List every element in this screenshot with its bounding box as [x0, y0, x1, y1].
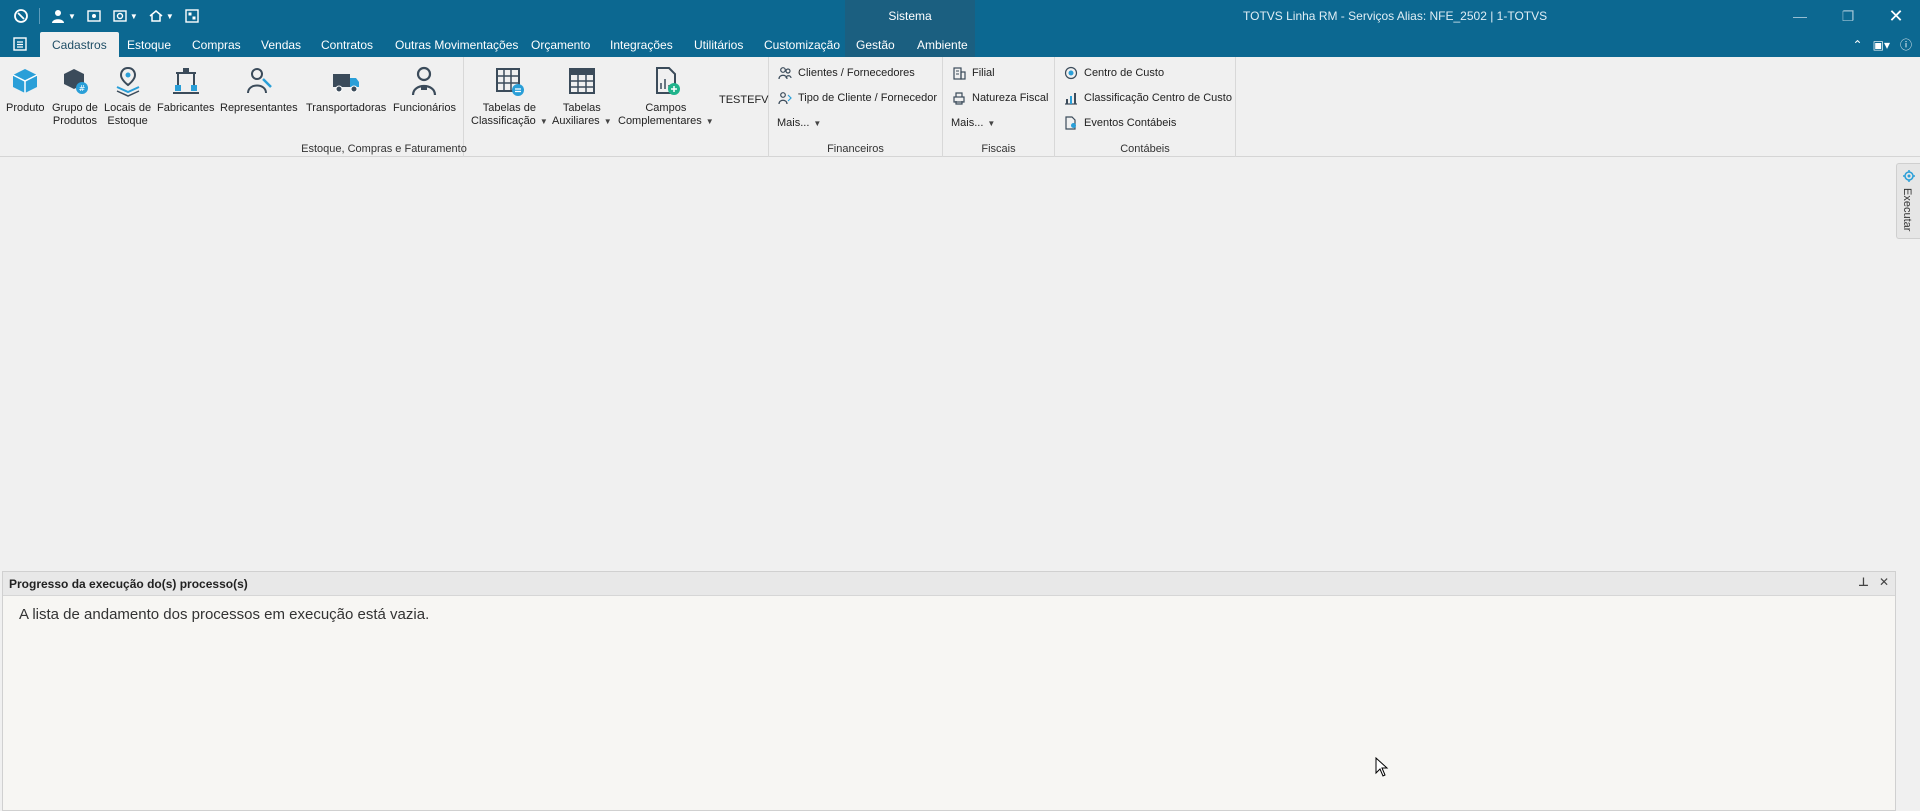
chevron-down-icon: ▼: [987, 118, 996, 128]
locais-estoque-button[interactable]: Locais de Estoque: [104, 65, 151, 128]
progress-panel-title: Progresso da execução do(s) processo(s): [9, 576, 248, 591]
campos-complementares-button[interactable]: Campos Complementares ▼: [618, 65, 714, 128]
boxes-icon: #: [63, 69, 88, 94]
fabricantes-button[interactable]: Fabricantes: [157, 65, 214, 115]
close-panel-icon[interactable]: ✕: [1879, 575, 1889, 589]
mouse-cursor-icon: [1375, 757, 1389, 777]
tab-orcamento[interactable]: Orçamento: [531, 32, 590, 57]
gear-icon: [1903, 170, 1915, 182]
location-layers-icon: [116, 66, 139, 97]
grupo-produtos-button[interactable]: # Grupo de Produtos: [52, 65, 98, 128]
target-icon: [1064, 66, 1078, 80]
tab-estoque[interactable]: Estoque: [127, 32, 171, 57]
qat-separator: [39, 8, 40, 24]
minimize-button[interactable]: —: [1776, 0, 1824, 32]
empty-message: A lista de andamento dos processos em ex…: [19, 606, 430, 623]
executar-side-tab[interactable]: Executar: [1896, 163, 1920, 239]
title-bar: ▼ ▼ ▼ Sistema TOTVS Linha RM - Serviços …: [0, 0, 1920, 32]
document-add-icon: [655, 67, 680, 95]
app-menu-icon[interactable]: [12, 36, 28, 52]
person-icon: [412, 66, 437, 96]
view-icon[interactable]: [83, 6, 105, 26]
group-estoque-compras-faturamento: Produto # Grupo de Produtos Locais de Es…: [0, 57, 467, 157]
group-label: Fiscais: [981, 143, 1016, 155]
group-financeiros: Clientes / Fornecedores Tipo de Cliente …: [769, 57, 943, 157]
filial-button[interactable]: Filial: [952, 64, 995, 82]
factory-robot-icon: [172, 68, 199, 94]
box-icon: [12, 69, 38, 93]
progress-panel-body: A lista de andamento dos processos em ex…: [3, 596, 1895, 633]
progress-panel-header: Progresso da execução do(s) processo(s) …: [3, 572, 1895, 596]
tabelas-classificacao-button[interactable]: Tabelas de Classificação ▼: [471, 65, 548, 128]
group-fiscais: Filial Natureza Fiscal Mais... ▼ Fiscais: [943, 57, 1055, 157]
chevron-down-icon: ▼: [539, 117, 548, 126]
funcionarios-button[interactable]: Funcionários: [393, 65, 456, 115]
chevron-down-icon: ▼: [813, 118, 822, 128]
group-label: Financeiros: [827, 143, 884, 155]
svg-text:#: #: [79, 84, 86, 93]
context-tab-sistema[interactable]: Sistema: [845, 0, 975, 32]
centro-custo-button[interactable]: Centro de Custo: [1064, 64, 1164, 82]
group-tabelas: Tabelas de Classificação ▼ Tabelas Auxili…: [464, 57, 769, 157]
clientes-fornecedores-button[interactable]: Clientes / Fornecedores: [778, 64, 915, 82]
chevron-down-icon: ▼: [705, 117, 714, 126]
dashboard-icon[interactable]: [181, 6, 203, 26]
bar-chart-icon: [1065, 93, 1077, 105]
building-icon: [953, 67, 966, 80]
truck-icon: [333, 74, 360, 93]
settings-view-icon[interactable]: ▼: [109, 6, 141, 26]
home-icon[interactable]: ▼: [145, 6, 177, 26]
pin-icon[interactable]: ⊥: [1858, 575, 1869, 589]
fiscais-mais-button[interactable]: Mais... ▼: [951, 114, 995, 132]
tab-utilitarios[interactable]: Utilitários: [694, 32, 743, 57]
produto-button[interactable]: Produto: [6, 65, 45, 115]
close-button[interactable]: ✕: [1872, 0, 1920, 32]
tab-cadastros[interactable]: Cadastros: [40, 32, 119, 57]
tab-contratos[interactable]: Contratos: [321, 32, 373, 57]
printer-icon: [953, 92, 965, 105]
representantes-button[interactable]: Representantes: [220, 65, 298, 115]
tab-ambiente[interactable]: Ambiente: [917, 32, 968, 57]
quick-access-toolbar: ▼ ▼ ▼: [10, 6, 203, 26]
tabelas-auxiliares-button[interactable]: Tabelas Auxiliares ▼: [552, 65, 612, 128]
tab-integracoes[interactable]: Integrações: [610, 32, 673, 57]
tab-vendas[interactable]: Vendas: [261, 32, 301, 57]
table-icon: [568, 68, 595, 94]
ribbon-body: Produto # Grupo de Produtos Locais de Es…: [0, 57, 1920, 157]
financeiros-mais-button[interactable]: Mais... ▼: [777, 114, 821, 132]
people-type-icon: [778, 92, 792, 105]
ribbon-right-controls: ⌃ ▣▾ ⓘ: [1853, 36, 1912, 53]
window-title: TOTVS Linha RM - Serviços Alias: NFE_250…: [1243, 9, 1548, 23]
testefv-button[interactable]: TESTEFV: [719, 91, 769, 109]
classificacao-centro-custo-button[interactable]: Classificação Centro de Custo: [1064, 89, 1232, 107]
ribbon-tabs: Cadastros Estoque Compras Vendas Contrat…: [0, 32, 1920, 57]
collapse-ribbon-icon[interactable]: ⌃: [1853, 38, 1863, 52]
progress-panel-controls: ⊥ ✕: [1858, 575, 1889, 589]
progress-panel: Progresso da execução do(s) processo(s) …: [2, 571, 1896, 811]
people-icon: [778, 67, 792, 80]
system-menu-icon[interactable]: [10, 6, 32, 26]
tipo-cliente-fornecedor-button[interactable]: Tipo de Cliente / Fornecedor: [778, 89, 937, 107]
tab-compras[interactable]: Compras: [192, 32, 241, 57]
user-context-icon[interactable]: ▼: [47, 6, 79, 26]
eventos-contabeis-button[interactable]: Eventos Contábeis: [1064, 114, 1176, 132]
table-list-icon: [496, 68, 525, 96]
layout-icon[interactable]: ▣▾: [1873, 38, 1890, 52]
group-label: Contábeis: [1120, 143, 1170, 155]
tab-outras-movimentacoes[interactable]: Outras Movimentações: [395, 32, 518, 57]
help-icon[interactable]: ⓘ: [1900, 36, 1912, 53]
tab-gestao[interactable]: Gestão: [856, 32, 895, 57]
group-contabeis: Centro de Custo Classificação Centro de …: [1055, 57, 1236, 157]
executar-label: Executar: [1901, 188, 1913, 232]
document-person-icon: [1065, 116, 1076, 130]
restore-button[interactable]: ❐: [1824, 0, 1872, 32]
chevron-down-icon: ▼: [603, 117, 612, 126]
window-controls: — ❐ ✕: [1776, 0, 1920, 32]
representative-icon: [246, 68, 272, 94]
natureza-fiscal-button[interactable]: Natureza Fiscal: [952, 89, 1048, 107]
tab-customizacao[interactable]: Customização: [764, 32, 840, 57]
transportadoras-button[interactable]: Transportadoras: [306, 65, 386, 115]
